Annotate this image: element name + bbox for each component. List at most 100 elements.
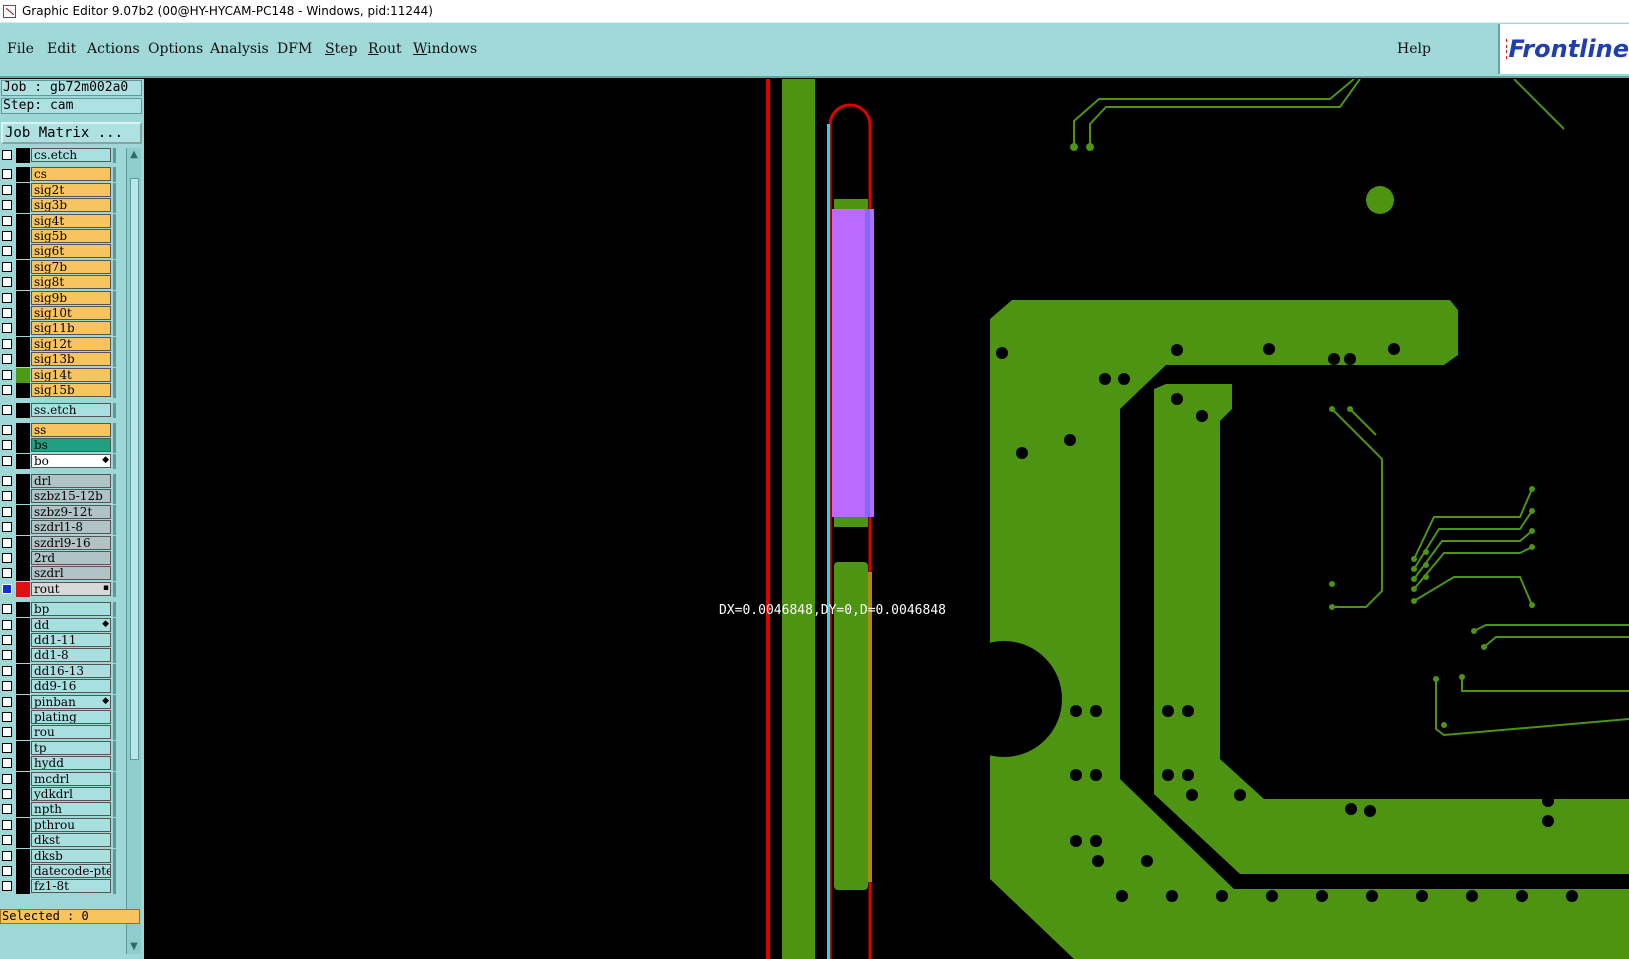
layer-name[interactable]: sig13b [31,352,111,367]
layer-checkbox[interactable] [2,476,12,486]
layer-name[interactable]: dkst [31,833,111,848]
layer-row[interactable]: sig3b [0,198,118,214]
layer-row[interactable]: sig9b [0,290,118,306]
scroll-up-icon[interactable]: ▲ [129,150,139,160]
layer-name[interactable]: pinban [31,694,111,709]
layer-checkbox[interactable] [2,835,12,846]
layer-row[interactable]: dd9-16 [0,679,118,695]
layer-row[interactable]: datecode-pte [0,864,118,879]
layer-name[interactable]: sig6t [31,244,111,259]
layer-row[interactable]: pthrou [0,817,118,833]
layer-color-swatch[interactable] [16,833,30,849]
layer-name[interactable]: sig5b [31,229,111,243]
layer-row[interactable]: sig14t [0,367,118,383]
layer-color-swatch[interactable] [16,352,30,368]
layer-name[interactable]: rou [31,725,111,740]
layer-checkbox[interactable] [2,184,12,195]
layer-checkbox[interactable] [2,568,12,579]
layer-checkbox[interactable] [2,323,12,334]
layer-row[interactable]: hydd [0,756,118,772]
layer-row[interactable]: sig12t [0,336,118,352]
layer-row[interactable]: dksb [0,848,118,864]
layer-checkbox[interactable] [2,522,12,533]
layer-color-swatch[interactable] [16,879,30,895]
menu-file[interactable]: File [7,41,34,57]
layer-color-swatch[interactable] [16,551,30,566]
layer-color-swatch[interactable] [16,787,30,802]
layer-color-swatch[interactable] [16,290,30,306]
layer-name[interactable]: drl [31,474,111,488]
menu-help[interactable]: Help [1397,41,1431,57]
layer-checkbox[interactable] [2,150,12,160]
layer-color-swatch[interactable] [16,566,30,582]
layer-name[interactable]: fz1-8t [31,879,111,894]
layer-checkbox[interactable] [2,215,12,226]
layer-color-swatch[interactable] [16,367,30,383]
layer-checkbox[interactable] [2,354,12,365]
layer-row[interactable]: ydkdrl [0,787,118,802]
layer-color-swatch[interactable] [16,602,30,618]
layer-color-swatch[interactable] [16,694,30,710]
layer-checkbox[interactable] [2,635,12,645]
layer-row[interactable]: bp [0,602,118,618]
layer-color-swatch[interactable] [16,679,30,695]
layer-name[interactable]: szbz15-12b [31,489,111,504]
layer-name[interactable]: sig10t [31,306,111,320]
layer-checkbox[interactable] [2,338,12,349]
layer-row[interactable]: szdrl1-8 [0,520,118,536]
layer-color-swatch[interactable] [16,535,30,551]
layer-row[interactable]: sig11b [0,321,118,337]
menu-analysis[interactable]: Analysis [210,41,269,57]
layer-checkbox[interactable] [2,727,12,738]
layer-color-swatch[interactable] [16,321,30,337]
layer-color-swatch[interactable] [16,453,30,469]
layer-row[interactable]: bo ◆ [0,453,118,469]
menu-actions[interactable]: Actions [87,41,140,57]
layer-row[interactable]: rou [0,725,118,741]
layer-checkbox[interactable] [2,696,12,707]
layer-row[interactable]: szbz9-12t [0,504,118,520]
layer-row[interactable]: sig5b [0,229,118,244]
layer-name[interactable]: szdrl9-16 [31,535,111,550]
layer-color-swatch[interactable] [16,229,30,244]
layer-name[interactable]: mcdrl [31,771,111,786]
layer-name[interactable]: szdrl [31,566,111,581]
layer-name[interactable]: ss [31,422,111,437]
layer-name[interactable]: npth [31,802,111,817]
layer-row[interactable]: sig10t [0,306,118,321]
layer-color-swatch[interactable] [16,148,30,163]
layer-name[interactable]: rout [31,581,111,596]
layer-checkbox[interactable] [2,405,12,416]
layer-color-swatch[interactable] [16,663,30,679]
layer-color-swatch[interactable] [16,817,30,833]
layer-name[interactable]: sig15b [31,383,111,397]
layer-name[interactable]: pthrou [31,817,111,832]
layer-checkbox[interactable] [2,604,12,615]
layer-name[interactable]: sig3b [31,198,111,213]
layer-checkbox[interactable] [2,650,12,661]
layer-name[interactable]: ss.etch [31,403,111,418]
layer-checkbox[interactable] [2,537,12,548]
layer-checkbox[interactable] [2,440,12,451]
menu-edit[interactable]: Edit [47,41,76,57]
layer-name[interactable]: szdrl1-8 [31,520,111,535]
layer-name[interactable]: sig9b [31,290,111,305]
layer-color-swatch[interactable] [16,383,30,398]
layer-checkbox[interactable] [2,553,12,563]
layer-row[interactable]: cs [0,167,118,183]
layer-checkbox[interactable] [2,424,12,435]
layer-color-swatch[interactable] [16,848,30,864]
layer-color-swatch[interactable] [16,864,30,879]
layer-name[interactable]: 2rd [31,551,111,565]
layer-row[interactable]: fz1-8t [0,879,118,895]
layer-checkbox[interactable] [2,619,12,630]
layer-name[interactable]: cs [31,167,111,182]
layer-checkbox[interactable] [2,246,12,257]
layer-row[interactable]: bs [0,438,118,454]
layer-row[interactable]: dd1-11 [0,633,118,648]
menu-rout[interactable]: Rout [368,41,402,57]
layer-checkbox[interactable] [2,385,12,395]
layer-name[interactable]: sig12t [31,336,111,351]
layer-color-swatch[interactable] [16,244,30,260]
layer-row[interactable]: dd1-8 [0,648,118,664]
